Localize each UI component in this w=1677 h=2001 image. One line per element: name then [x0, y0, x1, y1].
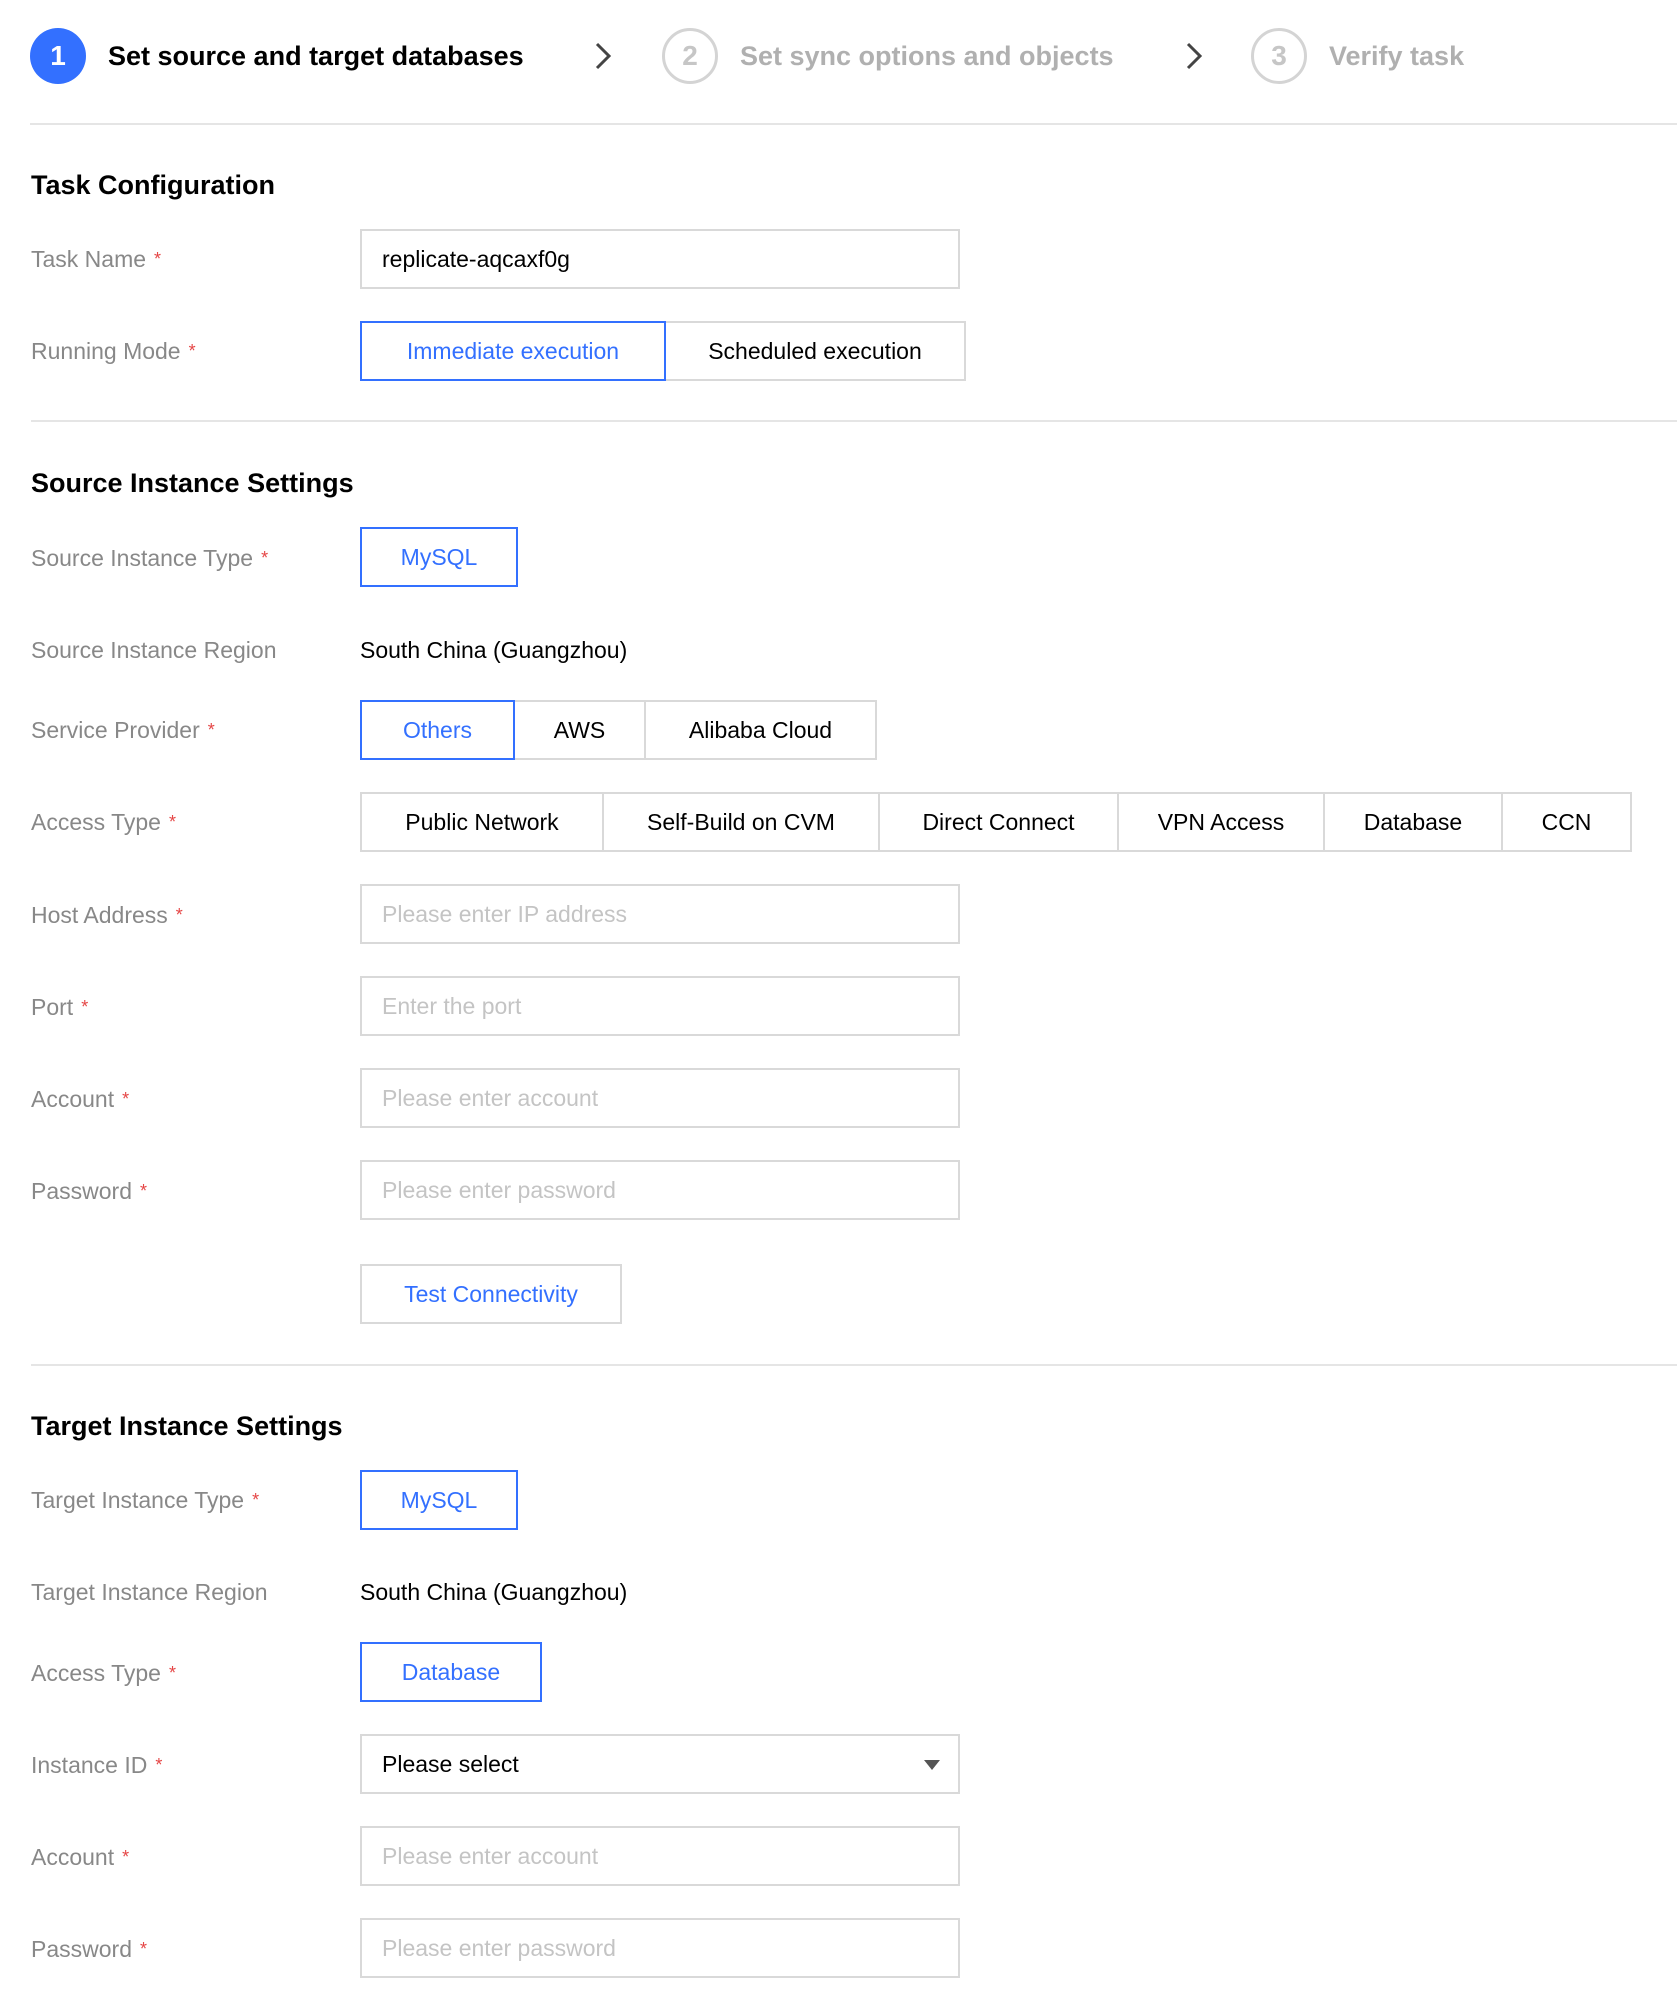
source-instance-type-group: MySQL [360, 527, 518, 587]
step-2-number: 2 [662, 28, 718, 84]
running-mode-scheduled-option[interactable]: Scheduled execution [664, 321, 966, 381]
task-name-label-text: Task Name [31, 246, 147, 272]
caret-down-icon [924, 1760, 940, 1770]
port-label: Port * [31, 994, 88, 1021]
source-password-input[interactable] [360, 1160, 960, 1220]
source-settings-title: Source Instance Settings [31, 468, 354, 498]
access-type-self-build-cvm-option[interactable]: Self-Build on CVM [602, 792, 880, 852]
instance-id-label-text: Instance ID [31, 1752, 148, 1778]
target-password-input[interactable] [360, 1918, 960, 1978]
task-name-input[interactable] [360, 229, 960, 289]
chevron-right-icon [1177, 36, 1211, 76]
running-mode-toggle: Immediate execution Scheduled execution [360, 321, 966, 381]
required-mark: * [122, 1089, 130, 1109]
target-region-value: South China (Guangzhou) [360, 1579, 628, 1605]
source-instance-type-label: Source Instance Type * [31, 545, 268, 572]
access-type-direct-connect-option[interactable]: Direct Connect [878, 792, 1119, 852]
target-access-type-label: Access Type * [31, 1660, 176, 1687]
service-provider-alibaba-option[interactable]: Alibaba Cloud [644, 700, 877, 760]
required-mark: * [139, 1181, 147, 1201]
step-1-label: Set source and target databases [108, 40, 524, 71]
task-configuration-title: Task Configuration [31, 170, 276, 200]
task-name-label: Task Name * [31, 246, 161, 273]
target-access-type-label-text: Access Type [31, 1660, 161, 1686]
step-1-number: 1 [30, 28, 86, 84]
source-access-type-toggle: Public Network Self-Build on CVM Direct … [360, 792, 1632, 852]
source-access-type-label: Access Type * [31, 809, 176, 836]
step-3-number: 3 [1251, 28, 1307, 84]
access-type-public-network-option[interactable]: Public Network [360, 792, 604, 852]
target-account-label-text: Account [31, 1844, 115, 1870]
access-type-database-option[interactable]: Database [1323, 792, 1503, 852]
target-region-label: Target Instance Region [31, 1579, 268, 1605]
access-type-ccn-option[interactable]: CCN [1501, 792, 1632, 852]
step-1[interactable]: 1 Set source and target databases [30, 26, 524, 86]
source-instance-type-label-text: Source Instance Type [31, 545, 254, 571]
host-address-label-text: Host Address [31, 902, 168, 928]
service-provider-aws-option[interactable]: AWS [513, 700, 646, 760]
test-connectivity-button[interactable]: Test Connectivity [360, 1264, 622, 1324]
instance-id-label: Instance ID * [31, 1752, 162, 1779]
running-mode-label: Running Mode * [31, 338, 196, 365]
source-account-label: Account * [31, 1086, 129, 1113]
service-provider-toggle: Others AWS Alibaba Cloud [360, 700, 877, 760]
required-mark: * [139, 1939, 147, 1959]
section-divider [31, 1364, 1677, 1366]
target-instance-type-label-text: Target Instance Type [31, 1487, 245, 1513]
target-account-input[interactable] [360, 1826, 960, 1886]
target-password-label-text: Password [31, 1936, 132, 1962]
required-mark: * [168, 1663, 176, 1683]
required-mark: * [122, 1847, 130, 1867]
step-3[interactable]: 3 Verify task [1251, 26, 1464, 86]
target-instance-type-group: MySQL [360, 1470, 518, 1530]
port-label-text: Port [31, 994, 74, 1020]
source-access-type-label-text: Access Type [31, 809, 161, 835]
required-mark: * [188, 341, 196, 361]
target-settings-title: Target Instance Settings [31, 1411, 343, 1441]
target-account-label: Account * [31, 1844, 129, 1871]
source-instance-type-mysql-option[interactable]: MySQL [360, 527, 518, 587]
target-access-type-group: Database [360, 1642, 542, 1702]
service-provider-label-text: Service Provider [31, 717, 200, 743]
target-instance-type-mysql-option[interactable]: MySQL [360, 1470, 518, 1530]
instance-id-select-value: Please select [382, 1750, 519, 1777]
port-input[interactable] [360, 976, 960, 1036]
running-mode-label-text: Running Mode [31, 338, 181, 364]
running-mode-immediate-option[interactable]: Immediate execution [360, 321, 666, 381]
required-mark: * [252, 1490, 260, 1510]
sync-task-wizard: 1 Set source and target databases 2 Set … [0, 0, 1677, 2001]
required-mark: * [207, 720, 215, 740]
source-region-label: Source Instance Region [31, 637, 277, 663]
source-password-label: Password * [31, 1178, 147, 1205]
source-account-input[interactable] [360, 1068, 960, 1128]
service-provider-others-option[interactable]: Others [360, 700, 515, 760]
step-2-label: Set sync options and objects [740, 40, 1114, 71]
source-region-value: South China (Guangzhou) [360, 637, 628, 663]
wizard-steps: 1 Set source and target databases 2 Set … [30, 0, 1677, 125]
source-account-label-text: Account [31, 1086, 115, 1112]
step-3-label: Verify task [1329, 40, 1465, 71]
required-mark: * [175, 905, 183, 925]
required-mark: * [81, 997, 89, 1017]
required-mark: * [261, 548, 269, 568]
required-mark: * [154, 249, 162, 269]
instance-id-select[interactable]: Please select [360, 1734, 960, 1794]
required-mark: * [168, 812, 176, 832]
source-password-label-text: Password [31, 1178, 132, 1204]
target-access-type-database-option[interactable]: Database [360, 1642, 542, 1702]
chevron-right-icon [586, 36, 620, 76]
target-password-label: Password * [31, 1936, 147, 1963]
section-divider [31, 420, 1677, 422]
host-address-label: Host Address * [31, 902, 183, 929]
step-2[interactable]: 2 Set sync options and objects [662, 26, 1114, 86]
target-instance-type-label: Target Instance Type * [31, 1487, 259, 1514]
required-mark: * [155, 1755, 163, 1775]
access-type-vpn-access-option[interactable]: VPN Access [1117, 792, 1325, 852]
host-address-input[interactable] [360, 884, 960, 944]
service-provider-label: Service Provider * [31, 717, 215, 744]
